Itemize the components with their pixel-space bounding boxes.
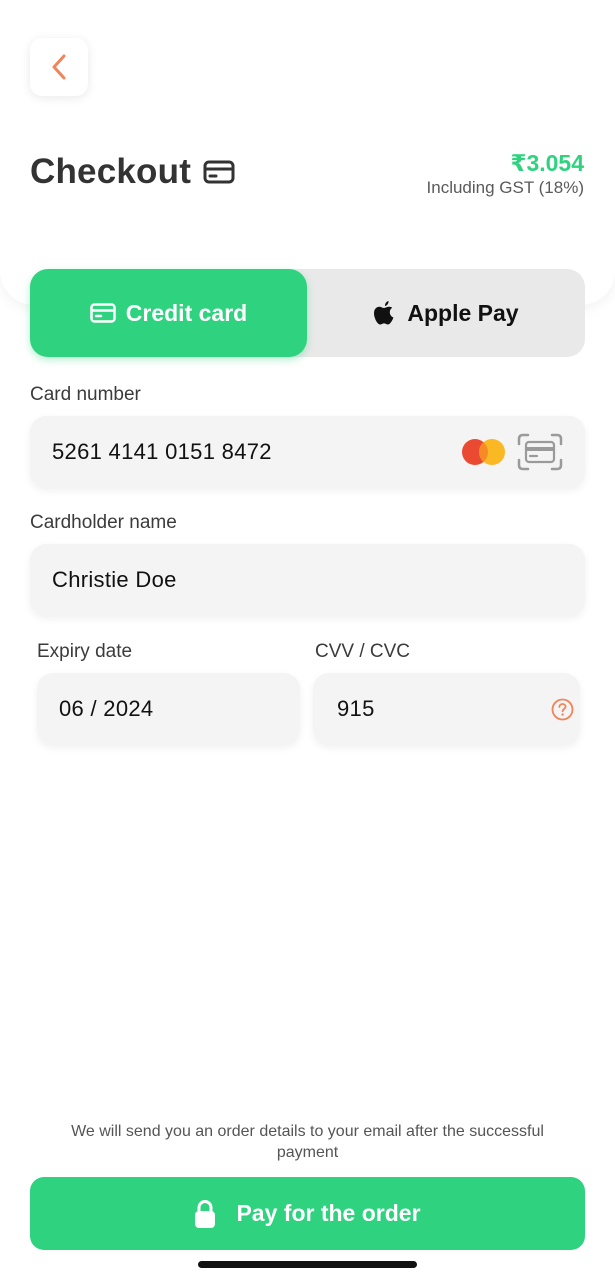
card-number-field[interactable]: 5261 4141 0151 8472 (30, 416, 585, 488)
cvv-label: CVV / CVC (315, 641, 411, 662)
expiry-date-label: Expiry date (37, 641, 133, 662)
page-title: Checkout (30, 152, 192, 191)
email-notice: We will send you an order details to you… (71, 1123, 544, 1161)
tab-credit-card-label: Credit card (125, 299, 248, 326)
cvv-field[interactable]: 915 (313, 673, 580, 745)
home-indicator[interactable] (198, 1261, 417, 1268)
mastercard-icon (460, 438, 508, 466)
payment-method-switch: Credit card Apple Pay (30, 269, 585, 357)
card-number-value: 5261 4141 0151 8472 (52, 439, 272, 464)
tax-note: Including GST (18%) (426, 178, 584, 197)
help-icon[interactable] (551, 698, 574, 721)
total-price: ₹3.054 (510, 150, 584, 176)
credit-card-icon (90, 303, 116, 323)
order-total: ₹3.054 Including GST (18%) (427, 150, 584, 198)
pay-button[interactable]: Pay for the order (30, 1177, 585, 1250)
tab-apple-pay-label: Apple Pay (407, 299, 519, 326)
cardholder-name-value: Christie Doe (52, 567, 177, 592)
lock-icon (194, 1199, 216, 1229)
expiry-date-field[interactable]: 06 / 2024 (37, 673, 300, 745)
cardholder-name-field[interactable]: Christie Doe (30, 544, 585, 616)
pay-button-label: Pay for the order (236, 1200, 421, 1226)
tab-apple-pay[interactable]: Apple Pay (307, 269, 585, 357)
credit-card-icon (203, 160, 235, 184)
cardholder-name-label: Cardholder name (30, 512, 177, 533)
card-scan-icon[interactable] (517, 433, 563, 471)
title-row: Checkout (30, 152, 235, 192)
card-number-label: Card number (30, 384, 141, 405)
cvv-value: 915 (337, 696, 375, 721)
apple-icon (373, 300, 395, 326)
back-button[interactable] (30, 38, 88, 96)
tab-credit-card[interactable]: Credit card (30, 269, 307, 357)
expiry-date-value: 06 / 2024 (59, 696, 154, 721)
chevron-left-icon (50, 54, 68, 80)
